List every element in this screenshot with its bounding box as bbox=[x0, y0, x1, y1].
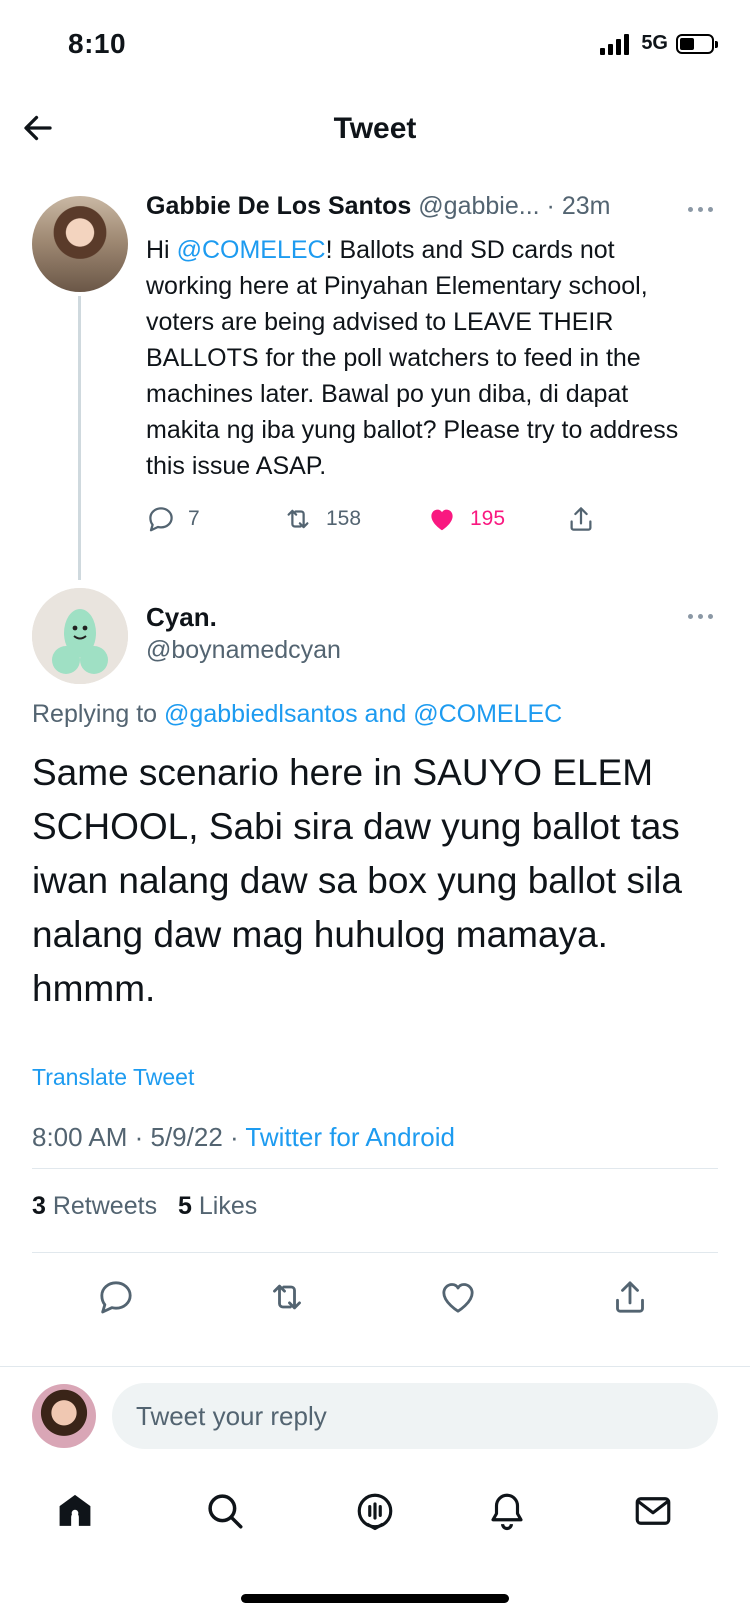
mention-link[interactable]: @gabbiedlsantos bbox=[164, 700, 358, 728]
tweet-text: Same scenario here in SAUYO ELEM SCHOOL,… bbox=[32, 752, 682, 1009]
retweets-stat[interactable]: 3 Retweets bbox=[32, 1192, 157, 1220]
signal-icon bbox=[600, 33, 630, 55]
replying-prefix: Replying to bbox=[32, 700, 165, 728]
battery-icon bbox=[676, 33, 718, 54]
status-indicators: 5G bbox=[600, 32, 718, 55]
display-name[interactable]: Cyan. bbox=[146, 602, 217, 633]
user-handle[interactable]: @boynamedcyan bbox=[146, 636, 341, 665]
tweet-text: Hi @COMELEC! Ballots and SD cards not wo… bbox=[146, 232, 706, 484]
retweet-label: Retweets bbox=[45, 1192, 158, 1220]
tweet-source-link[interactable]: Twitter for Android bbox=[245, 1122, 455, 1152]
like-button[interactable]: 195 bbox=[426, 504, 505, 534]
reply-placeholder: Tweet your reply bbox=[136, 1400, 327, 1431]
divider bbox=[32, 1168, 718, 1169]
tweet-time[interactable]: · 23m bbox=[547, 192, 611, 220]
thread-line bbox=[78, 296, 81, 580]
notifications-icon[interactable] bbox=[486, 1490, 528, 1532]
tweet-stats: 3 Retweets 5 Likes bbox=[32, 1192, 257, 1221]
retweet-button[interactable]: 158 bbox=[282, 504, 361, 534]
retweet-count: 3 bbox=[32, 1192, 46, 1220]
heart-filled-icon bbox=[431, 509, 453, 531]
tab-bar bbox=[0, 1490, 750, 1534]
reply-button[interactable] bbox=[96, 1277, 136, 1317]
spaces-icon[interactable] bbox=[354, 1490, 396, 1532]
divider bbox=[0, 1366, 750, 1367]
retweet-count: 158 bbox=[326, 507, 362, 530]
display-name[interactable]: Gabbie De Los Santos bbox=[146, 192, 411, 220]
mention-link[interactable]: @COMELEC bbox=[413, 700, 562, 728]
replying-and: and bbox=[357, 700, 414, 728]
tweet-text-rest: ! Ballots and SD cards not working here … bbox=[146, 236, 679, 480]
more-options-icon[interactable] bbox=[688, 207, 716, 215]
tweet-actions bbox=[0, 1277, 750, 1321]
tweet-actions: 7 158 195 bbox=[146, 504, 626, 544]
retweet-button[interactable] bbox=[266, 1277, 308, 1317]
network-type: 5G bbox=[641, 32, 668, 54]
home-icon[interactable] bbox=[54, 1490, 96, 1532]
status-time: 8:10 bbox=[68, 28, 127, 59]
share-icon bbox=[570, 507, 592, 531]
page-title: Tweet bbox=[333, 112, 417, 145]
reply-input[interactable]: Tweet your reply bbox=[112, 1383, 718, 1449]
likes-stat[interactable]: 5 Likes bbox=[178, 1192, 257, 1220]
replying-to: Replying to @gabbiedlsantos and @COMELEC bbox=[32, 700, 562, 729]
tweet-timestamp: 8:00 AM · 5/9/22 · bbox=[32, 1122, 246, 1152]
like-count: 5 bbox=[178, 1192, 192, 1220]
mention-link[interactable]: @COMELEC bbox=[177, 236, 326, 264]
like-count: 195 bbox=[470, 507, 506, 530]
avatar[interactable] bbox=[32, 196, 128, 292]
divider bbox=[32, 1252, 718, 1253]
avatar[interactable] bbox=[32, 588, 128, 684]
tweet-meta: 8:00 AM · 5/9/22 · Twitter for Android bbox=[32, 1122, 455, 1153]
heart-icon bbox=[442, 1283, 474, 1313]
user-handle[interactable]: @gabbie... bbox=[418, 192, 539, 220]
search-icon[interactable] bbox=[204, 1490, 246, 1532]
messages-icon[interactable] bbox=[632, 1490, 674, 1532]
like-button[interactable] bbox=[438, 1277, 478, 1317]
tweet-header: Gabbie De Los Santos @gabbie... · 23m bbox=[146, 192, 610, 221]
more-options-icon[interactable] bbox=[688, 614, 716, 622]
current-user-avatar[interactable] bbox=[32, 1384, 96, 1448]
share-button[interactable] bbox=[610, 1277, 650, 1317]
home-indicator bbox=[241, 1594, 509, 1603]
reply-button[interactable]: 7 bbox=[146, 504, 200, 534]
reply-icon bbox=[100, 1281, 132, 1314]
reply-count: 7 bbox=[188, 507, 200, 530]
like-label: Likes bbox=[191, 1192, 258, 1220]
retweet-icon bbox=[287, 509, 309, 529]
reply-icon bbox=[149, 507, 173, 532]
retweet-icon bbox=[273, 1284, 301, 1310]
share-icon bbox=[616, 1281, 644, 1313]
tweet-text-start: Hi bbox=[146, 236, 177, 264]
share-button[interactable] bbox=[566, 504, 596, 534]
translate-tweet-link[interactable]: Translate Tweet bbox=[32, 1064, 194, 1091]
